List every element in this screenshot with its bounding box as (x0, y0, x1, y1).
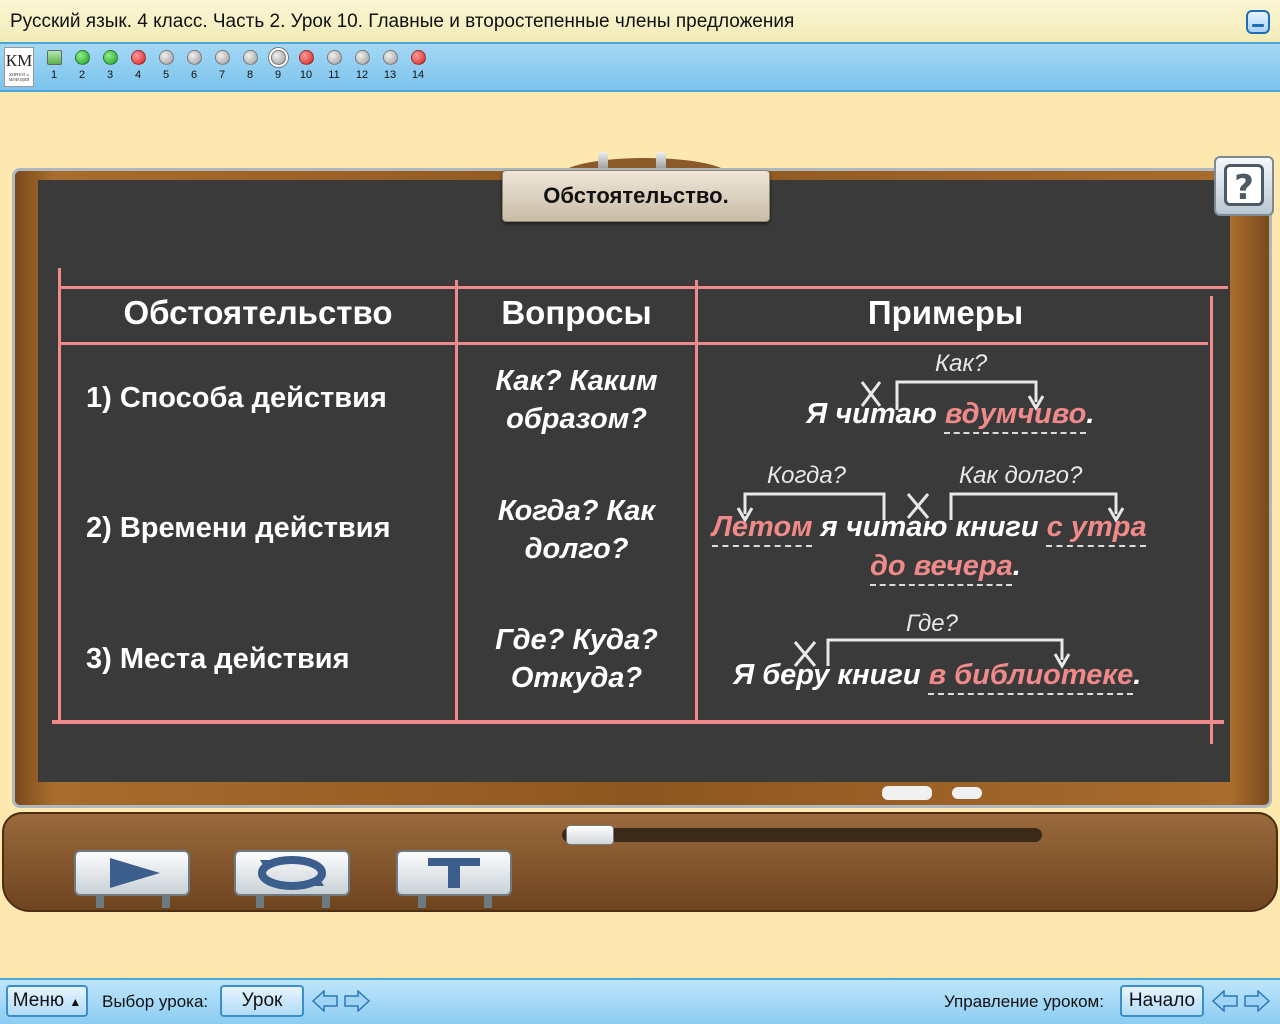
lesson-control-label: Управление уроком: (944, 992, 1104, 1011)
progress-track (562, 828, 1042, 842)
play-icon (110, 858, 160, 888)
prev-slide-button[interactable] (1212, 990, 1238, 1012)
example-adverbial: с утра (1046, 511, 1147, 543)
example-plain: я читаю книги (812, 511, 1047, 543)
example2-question-when: Когда? (767, 462, 847, 489)
example-adverbial: вдумчиво (944, 398, 1087, 430)
bottom-bar: Меню ▲ Выбор урока: Урок Управление урок… (0, 978, 1280, 1024)
text-icon (428, 858, 480, 888)
caret-up-icon: ▲ (69, 995, 82, 1009)
next-lesson-button[interactable] (344, 990, 370, 1012)
example-adverbial: до вечера (870, 550, 1013, 582)
progress-slider-handle[interactable] (566, 825, 614, 845)
next-slide-button[interactable] (1244, 990, 1270, 1012)
example3-sentence: Я беру книги в библиотеке. (733, 659, 1141, 692)
example-plain: Я беру книги (733, 659, 929, 691)
example-end: . (1086, 398, 1095, 430)
example-end: . (1012, 550, 1021, 582)
example3-question: Где? (906, 610, 958, 637)
text-button[interactable] (396, 850, 512, 908)
start-button[interactable]: Начало (1120, 985, 1204, 1017)
example1-sentence: Я читаю вдумчиво. (806, 398, 1094, 431)
lesson-button[interactable]: Урок (220, 985, 304, 1017)
replay-button[interactable] (234, 850, 350, 908)
example-end: . (1133, 659, 1142, 691)
example2-question-how-long: Как долго? (959, 462, 1083, 489)
prev-lesson-button[interactable] (312, 990, 338, 1012)
example2-sentence-line2: до вечера. (870, 550, 1021, 583)
chalk-piece (882, 786, 932, 800)
example-adverbial: в библиотеке (928, 659, 1134, 691)
replay-icon (258, 856, 326, 890)
play-button[interactable] (74, 850, 190, 908)
menu-label: Меню (12, 990, 65, 1011)
lesson-select-label: Выбор урока: (102, 992, 209, 1011)
example1-question: Как? (935, 350, 988, 377)
menu-button[interactable]: Меню ▲ (6, 985, 88, 1017)
example-adverbial: Летом (712, 511, 813, 543)
board-shelf (2, 812, 1278, 912)
chalk-piece (952, 787, 982, 799)
example2-sentence-line1: Летом я читаю книги с утра (712, 511, 1147, 544)
example-plain: Я читаю (806, 398, 945, 430)
